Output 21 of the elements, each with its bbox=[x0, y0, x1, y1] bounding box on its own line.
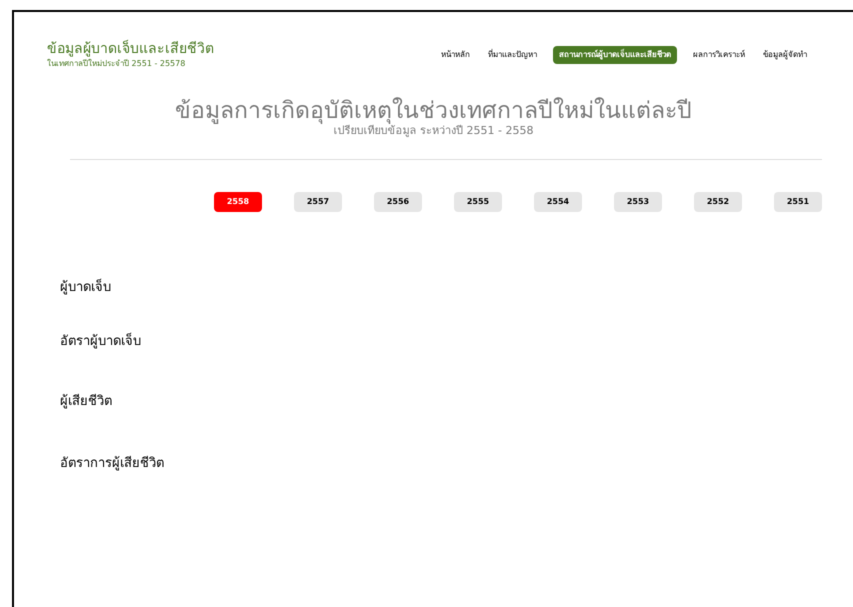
year-button[interactable]: 2551 bbox=[774, 192, 822, 212]
nav-link[interactable]: ผลการวิเคราะห์ bbox=[691, 46, 747, 64]
section-heading: ผู้บาดเจ็บ bbox=[60, 278, 111, 297]
section-heading: อัตราผู้บาดเจ็บ bbox=[60, 332, 141, 351]
site-title: ข้อมูลผู้บาดเจ็บและเสียชีวิต bbox=[47, 40, 214, 58]
section-heading: ผู้เสียชีวิต bbox=[60, 392, 112, 411]
year-button[interactable]: 2555 bbox=[454, 192, 502, 212]
section-heading: อัตราการผู้เสียชีวิต bbox=[60, 454, 164, 473]
nav-link[interactable]: สถานการณ์ผู้บาดเจ็บและเสียชีวต bbox=[553, 46, 677, 64]
page-subheading: เปรียบเทียบข้อมูล ระหว่างปี 2551 - 2558 bbox=[334, 124, 534, 137]
site-subtitle: ในเทศกาลปีใหม่ประจำปี 2551 - 25578 bbox=[47, 58, 186, 70]
nav-link[interactable]: ที่มาและปัญหา bbox=[486, 46, 539, 64]
year-button[interactable]: 2554 bbox=[534, 192, 582, 212]
year-button[interactable]: 2558 bbox=[214, 192, 262, 212]
year-button[interactable]: 2552 bbox=[694, 192, 742, 212]
year-button[interactable]: 2553 bbox=[614, 192, 662, 212]
nav-link[interactable]: ข้อมูลผู้จัดทำ bbox=[761, 46, 809, 64]
nav-link[interactable]: หน้าหลัก bbox=[439, 46, 472, 64]
year-button[interactable]: 2556 bbox=[374, 192, 422, 212]
page-heading: ข้อมูลการเกิดอุบัติเหตุในช่วงเทศกาลปีใหม่ในแต่ละปี bbox=[175, 98, 692, 124]
year-button[interactable]: 2557 bbox=[294, 192, 342, 212]
